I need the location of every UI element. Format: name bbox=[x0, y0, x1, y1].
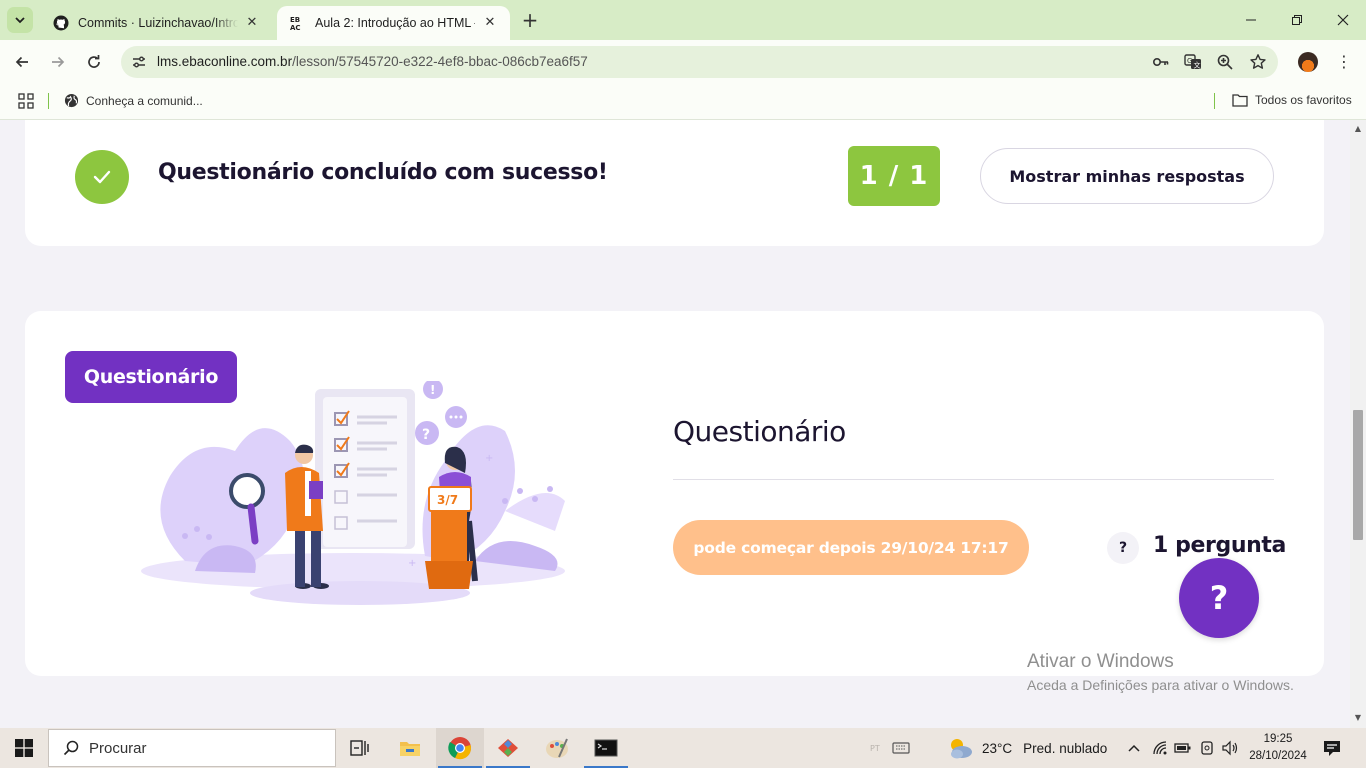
scroll-up-icon[interactable]: ▲ bbox=[1354, 125, 1362, 133]
task-view-icon[interactable] bbox=[336, 728, 384, 768]
tray-pen-icon[interactable]: PT bbox=[870, 728, 886, 768]
folder-icon bbox=[1232, 94, 1248, 107]
question-count: 1 pergunta bbox=[1153, 533, 1286, 558]
clock-date: 28/10/2024 bbox=[1249, 750, 1307, 762]
bookmarks-bar: Conheça a comunid... Todos os favoritos bbox=[0, 84, 1366, 120]
file-explorer-icon[interactable] bbox=[386, 728, 434, 768]
svg-text:G: G bbox=[1187, 57, 1192, 65]
partly-cloudy-icon bbox=[951, 739, 972, 759]
reload-icon[interactable] bbox=[82, 50, 106, 74]
weather-temp: 23°C bbox=[982, 740, 1013, 756]
url-text: lms.ebaconline.com.br/lesson/57545720-e3… bbox=[157, 54, 588, 69]
restore-icon[interactable] bbox=[1283, 8, 1311, 32]
globe-icon bbox=[64, 93, 79, 108]
close-icon[interactable]: ✕ bbox=[482, 15, 498, 31]
watermark-title: Ativar o Windows bbox=[1027, 651, 1174, 672]
windows-activation-watermark: Ativar o Windows Aceda a Definições para… bbox=[1027, 651, 1294, 693]
svg-text:?: ? bbox=[422, 427, 430, 443]
forward-arrow-icon[interactable] bbox=[46, 50, 70, 74]
start-quiz-button[interactable]: pode começar depois 29/10/24 17:17 bbox=[673, 520, 1029, 575]
podium-label: 3/7 bbox=[437, 493, 458, 507]
taskbar: Procurar PT 23°C Pred. nublado 19:25 28/… bbox=[0, 728, 1366, 768]
close-icon[interactable]: ✕ bbox=[244, 15, 260, 31]
bookmark-item[interactable]: Conheça a comunid... bbox=[64, 93, 203, 108]
zoom-icon[interactable] bbox=[1216, 53, 1234, 71]
chrome-icon[interactable] bbox=[436, 728, 484, 768]
svg-text:PT: PT bbox=[870, 744, 880, 753]
svg-text:文: 文 bbox=[1194, 61, 1201, 70]
quiz-title: Questionário bbox=[673, 415, 846, 448]
meet-now-icon[interactable] bbox=[1199, 728, 1215, 768]
volume-icon[interactable] bbox=[1221, 728, 1239, 768]
search-icon bbox=[63, 740, 79, 756]
quiz-type-badge: Questionário bbox=[65, 351, 237, 403]
git-app-icon[interactable] bbox=[484, 728, 532, 768]
scroll-thumb[interactable] bbox=[1353, 410, 1363, 540]
tab-search-button[interactable] bbox=[7, 7, 33, 33]
result-message: Questionário concluído com sucesso! bbox=[158, 160, 608, 185]
paint-app-icon[interactable] bbox=[533, 728, 581, 768]
quiz-illustration: ! ? 3/7 + + bbox=[141, 381, 565, 605]
back-arrow-icon[interactable] bbox=[10, 50, 34, 74]
show-hidden-icons-chevron-up-icon[interactable] bbox=[1128, 728, 1140, 768]
battery-icon[interactable] bbox=[1174, 728, 1192, 768]
divider bbox=[673, 479, 1274, 480]
quiz-result-card: Questionário concluído com sucesso! 1 / … bbox=[25, 120, 1324, 246]
profile-avatar[interactable] bbox=[1298, 52, 1318, 72]
success-check-icon bbox=[75, 150, 129, 204]
quiz-card: ! ? 3/7 + + Questionário Questionário po… bbox=[25, 311, 1324, 676]
network-icon[interactable] bbox=[1152, 728, 1168, 768]
weather-widget[interactable]: 23°C Pred. nublado bbox=[946, 728, 1107, 768]
windows-start-icon[interactable] bbox=[0, 728, 48, 768]
svg-text:AC: AC bbox=[290, 24, 301, 31]
minimize-icon[interactable] bbox=[1237, 8, 1265, 32]
taskbar-search[interactable]: Procurar bbox=[48, 729, 336, 767]
scroll-down-icon[interactable]: ▼ bbox=[1354, 714, 1362, 722]
clock-time: 19:25 bbox=[1263, 733, 1293, 745]
address-bar[interactable]: lms.ebaconline.com.br/lesson/57545720-e3… bbox=[121, 46, 1278, 78]
all-favorites-label: Todos os favoritos bbox=[1255, 93, 1352, 107]
bookmark-label: Conheça a comunid... bbox=[86, 93, 203, 108]
page-scrollbar[interactable]: ▲ ▼ bbox=[1350, 120, 1366, 728]
tab-aula-2[interactable]: EB AC Aula 2: Introdução ao HTML — ✕ bbox=[277, 6, 510, 40]
notification-center-icon[interactable] bbox=[1322, 738, 1342, 758]
apps-grid-icon[interactable] bbox=[18, 93, 34, 109]
bookmarks-separator bbox=[48, 93, 49, 109]
browser-toolbar: lms.ebaconline.com.br/lesson/57545720-e3… bbox=[0, 40, 1366, 84]
url-host: lms.ebaconline.com.br bbox=[157, 54, 293, 69]
svg-text:+: + bbox=[408, 558, 416, 569]
more-menu-icon[interactable]: ⋮ bbox=[1336, 52, 1352, 72]
plus-icon[interactable]: + bbox=[519, 10, 541, 32]
page-viewport: Questionário concluído com sucesso! 1 / … bbox=[0, 120, 1350, 728]
translate-icon[interactable]: G文 bbox=[1184, 53, 1202, 71]
svg-text:+: + bbox=[485, 453, 493, 464]
tab-commits[interactable]: Commits · Luizinchavao/Introdu ✕ bbox=[40, 6, 272, 40]
terminal-icon[interactable] bbox=[582, 728, 630, 768]
keyboard-icon[interactable] bbox=[892, 728, 910, 768]
svg-text:EB: EB bbox=[290, 16, 300, 24]
question-help-icon[interactable]: ? bbox=[1107, 532, 1139, 564]
score-badge: 1 / 1 bbox=[848, 146, 940, 206]
github-icon bbox=[52, 14, 70, 32]
svg-text:!: ! bbox=[430, 383, 435, 397]
bookmark-star-icon[interactable] bbox=[1249, 53, 1267, 71]
show-answers-button[interactable]: Mostrar minhas respostas bbox=[980, 148, 1274, 204]
all-favorites-folder[interactable]: Todos os favoritos bbox=[1232, 93, 1352, 107]
key-icon[interactable] bbox=[1152, 53, 1170, 71]
clock[interactable]: 19:25 28/10/2024 bbox=[1246, 731, 1310, 765]
tab-strip: Commits · Luizinchavao/Introdu ✕ EB AC Au… bbox=[0, 0, 1366, 40]
ebac-icon: EB AC bbox=[289, 14, 307, 32]
help-button[interactable]: ? bbox=[1179, 558, 1259, 638]
bookmarks-separator bbox=[1214, 93, 1215, 109]
site-info-icon[interactable] bbox=[131, 54, 147, 70]
weather-condition: Pred. nublado bbox=[1023, 740, 1108, 756]
tab-title: Commits · Luizinchavao/Introdu bbox=[78, 16, 238, 30]
watermark-subtitle: Aceda a Definições para ativar o Windows… bbox=[1027, 677, 1294, 693]
chevron-down-icon bbox=[15, 17, 25, 24]
url-path: /lesson/57545720-e322-4ef8-bbac-086cb7ea… bbox=[292, 54, 588, 69]
search-placeholder: Procurar bbox=[89, 739, 147, 757]
window-close-icon[interactable] bbox=[1329, 8, 1357, 32]
tab-title: Aula 2: Introdução ao HTML — bbox=[315, 16, 475, 30]
